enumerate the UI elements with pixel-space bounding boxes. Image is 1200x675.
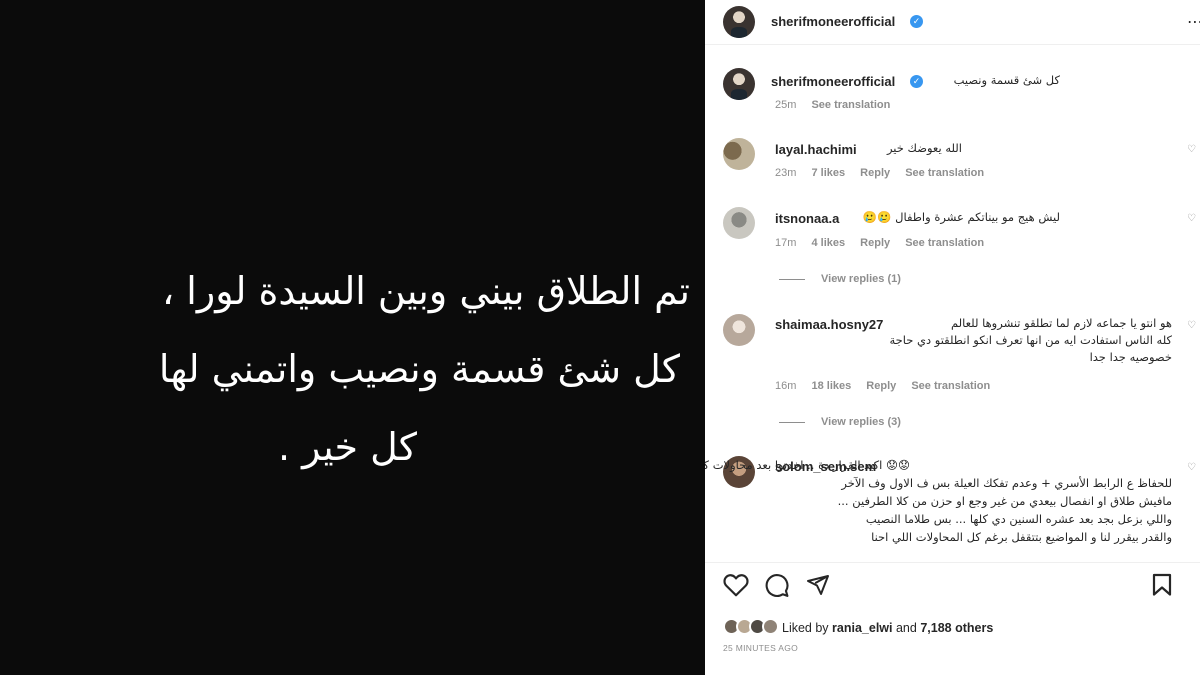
comment-text-line: خصوصيه جدا جدا (1089, 350, 1172, 364)
likes-summary: Liked by rania_elwi and 7,188 others (782, 621, 993, 635)
liked-by-user-link[interactable]: rania_elwi (832, 621, 892, 635)
header-username[interactable]: sherifmoneerofficial (771, 14, 895, 29)
comment-meta: 23m 7 likes Reply See translation (775, 167, 996, 179)
post-header: sherifmoneerofficial ✓ ⋯ (705, 0, 1200, 45)
comment-username[interactable]: shaimaa.hosny27 (775, 317, 883, 332)
post-side-panel: sherifmoneerofficial ✓ ⋯ sherifmoneeroff… (705, 0, 1200, 675)
caption-username[interactable]: sherifmoneerofficial (771, 74, 895, 89)
caption-avatar[interactable] (723, 68, 755, 100)
comment-text-line: 😟😟 اكيد القرار دة .. اخدتوا بعد محاولات … (705, 458, 910, 472)
view-replies-label: View replies (3) (821, 416, 901, 428)
comment-like-heart-icon[interactable]: ♡ (1187, 144, 1196, 155)
comment-text-line: مافيش طلاق او انفصال بيعدي من غير وجع او… (837, 494, 1172, 508)
post-text-line-1: تم الطلاق بيني وبين السيدة لورا ، (161, 269, 690, 313)
post-text-line-2: كل شئ قسمة ونصيب واتمني لها (158, 347, 680, 391)
reply-button[interactable]: Reply (866, 380, 896, 392)
post-text-line-3: كل خير . (277, 425, 417, 469)
likes-prefix: Liked by (782, 621, 829, 635)
verified-badge-icon: ✓ (910, 75, 923, 88)
comment-meta: 16m 18 likes Reply See translation (775, 380, 1002, 392)
comment-like-heart-icon[interactable]: ♡ (1187, 462, 1196, 473)
commenter-avatar[interactable] (723, 207, 755, 239)
share-icon[interactable] (806, 573, 830, 597)
more-options-icon[interactable]: ⋯ (1187, 12, 1200, 32)
reply-button[interactable]: Reply (860, 167, 890, 179)
likes-others-link[interactable]: 7,188 others (920, 621, 993, 635)
see-translation-link[interactable]: See translation (905, 167, 984, 179)
comment-time: 23m (775, 167, 797, 179)
comment-text-line: للحفاظ ع الرابط الأسري + وعدم تفكك العيل… (841, 476, 1172, 490)
actions-divider (705, 562, 1200, 563)
verified-badge-icon: ✓ (910, 15, 923, 28)
comment-time: 17m (775, 237, 797, 249)
reply-button[interactable]: Reply (860, 237, 890, 249)
comment-icon[interactable] (764, 573, 790, 598)
caption-meta: 25m See translation (775, 99, 902, 111)
view-replies-button[interactable]: View replies (3) (779, 416, 901, 428)
post-timestamp: 25 MINUTES AGO (723, 643, 799, 653)
comment-text-line: كله الناس استفادت ايه من انها تعرف انكو … (889, 333, 1172, 347)
comment-username[interactable]: itsnonaa.a (775, 211, 839, 226)
see-translation-link[interactable]: See translation (905, 237, 984, 249)
view-replies-label: View replies (1) (821, 273, 901, 285)
comment-likes[interactable]: 7 likes (811, 167, 845, 179)
replies-divider-line (779, 278, 805, 280)
view-replies-button[interactable]: View replies (1) (779, 273, 901, 285)
comment-like-heart-icon[interactable]: ♡ (1187, 213, 1196, 224)
comment-username[interactable]: layal.hachimi (775, 142, 857, 157)
caption-text: كل شئ قسمة ونصيب (953, 73, 1060, 87)
see-translation-link[interactable]: See translation (811, 99, 890, 111)
comment-likes[interactable]: 4 likes (811, 237, 845, 249)
replies-divider-line (779, 421, 805, 423)
post-image[interactable]: تم الطلاق بيني وبين السيدة لورا ، كل شئ … (0, 0, 705, 675)
comment-text-line: هو انتو يا جماعه لازم لما تطلقو تنشروها … (950, 316, 1172, 330)
caption-time: 25m (775, 99, 797, 111)
comment-meta: 17m 4 likes Reply See translation (775, 237, 996, 249)
owner-avatar[interactable] (723, 6, 755, 38)
commenter-avatar[interactable] (723, 314, 755, 346)
heart-icon[interactable] (723, 573, 749, 597)
see-translation-link[interactable]: See translation (911, 380, 990, 392)
comment-text-line: والقدر بيقرر لنا و المواضيع بتتقفل برغم … (871, 530, 1172, 544)
likes-conjunction: and (895, 621, 917, 635)
commenter-avatar[interactable] (723, 138, 755, 170)
bookmark-icon[interactable] (1152, 573, 1172, 597)
comment-text-line: واللي بزعل بجد بعد عشره السنين دي كلها .… (865, 512, 1172, 526)
liker-avatar (762, 618, 779, 635)
comment-like-heart-icon[interactable]: ♡ (1187, 320, 1196, 331)
comment-likes[interactable]: 18 likes (811, 380, 851, 392)
comment-time: 16m (775, 380, 797, 392)
comment-text: الله يعوضك خير (886, 141, 962, 155)
comment-text: ليش هيج مو بيناتكم عشرة واطفال 🥲🥲 (862, 210, 1060, 224)
